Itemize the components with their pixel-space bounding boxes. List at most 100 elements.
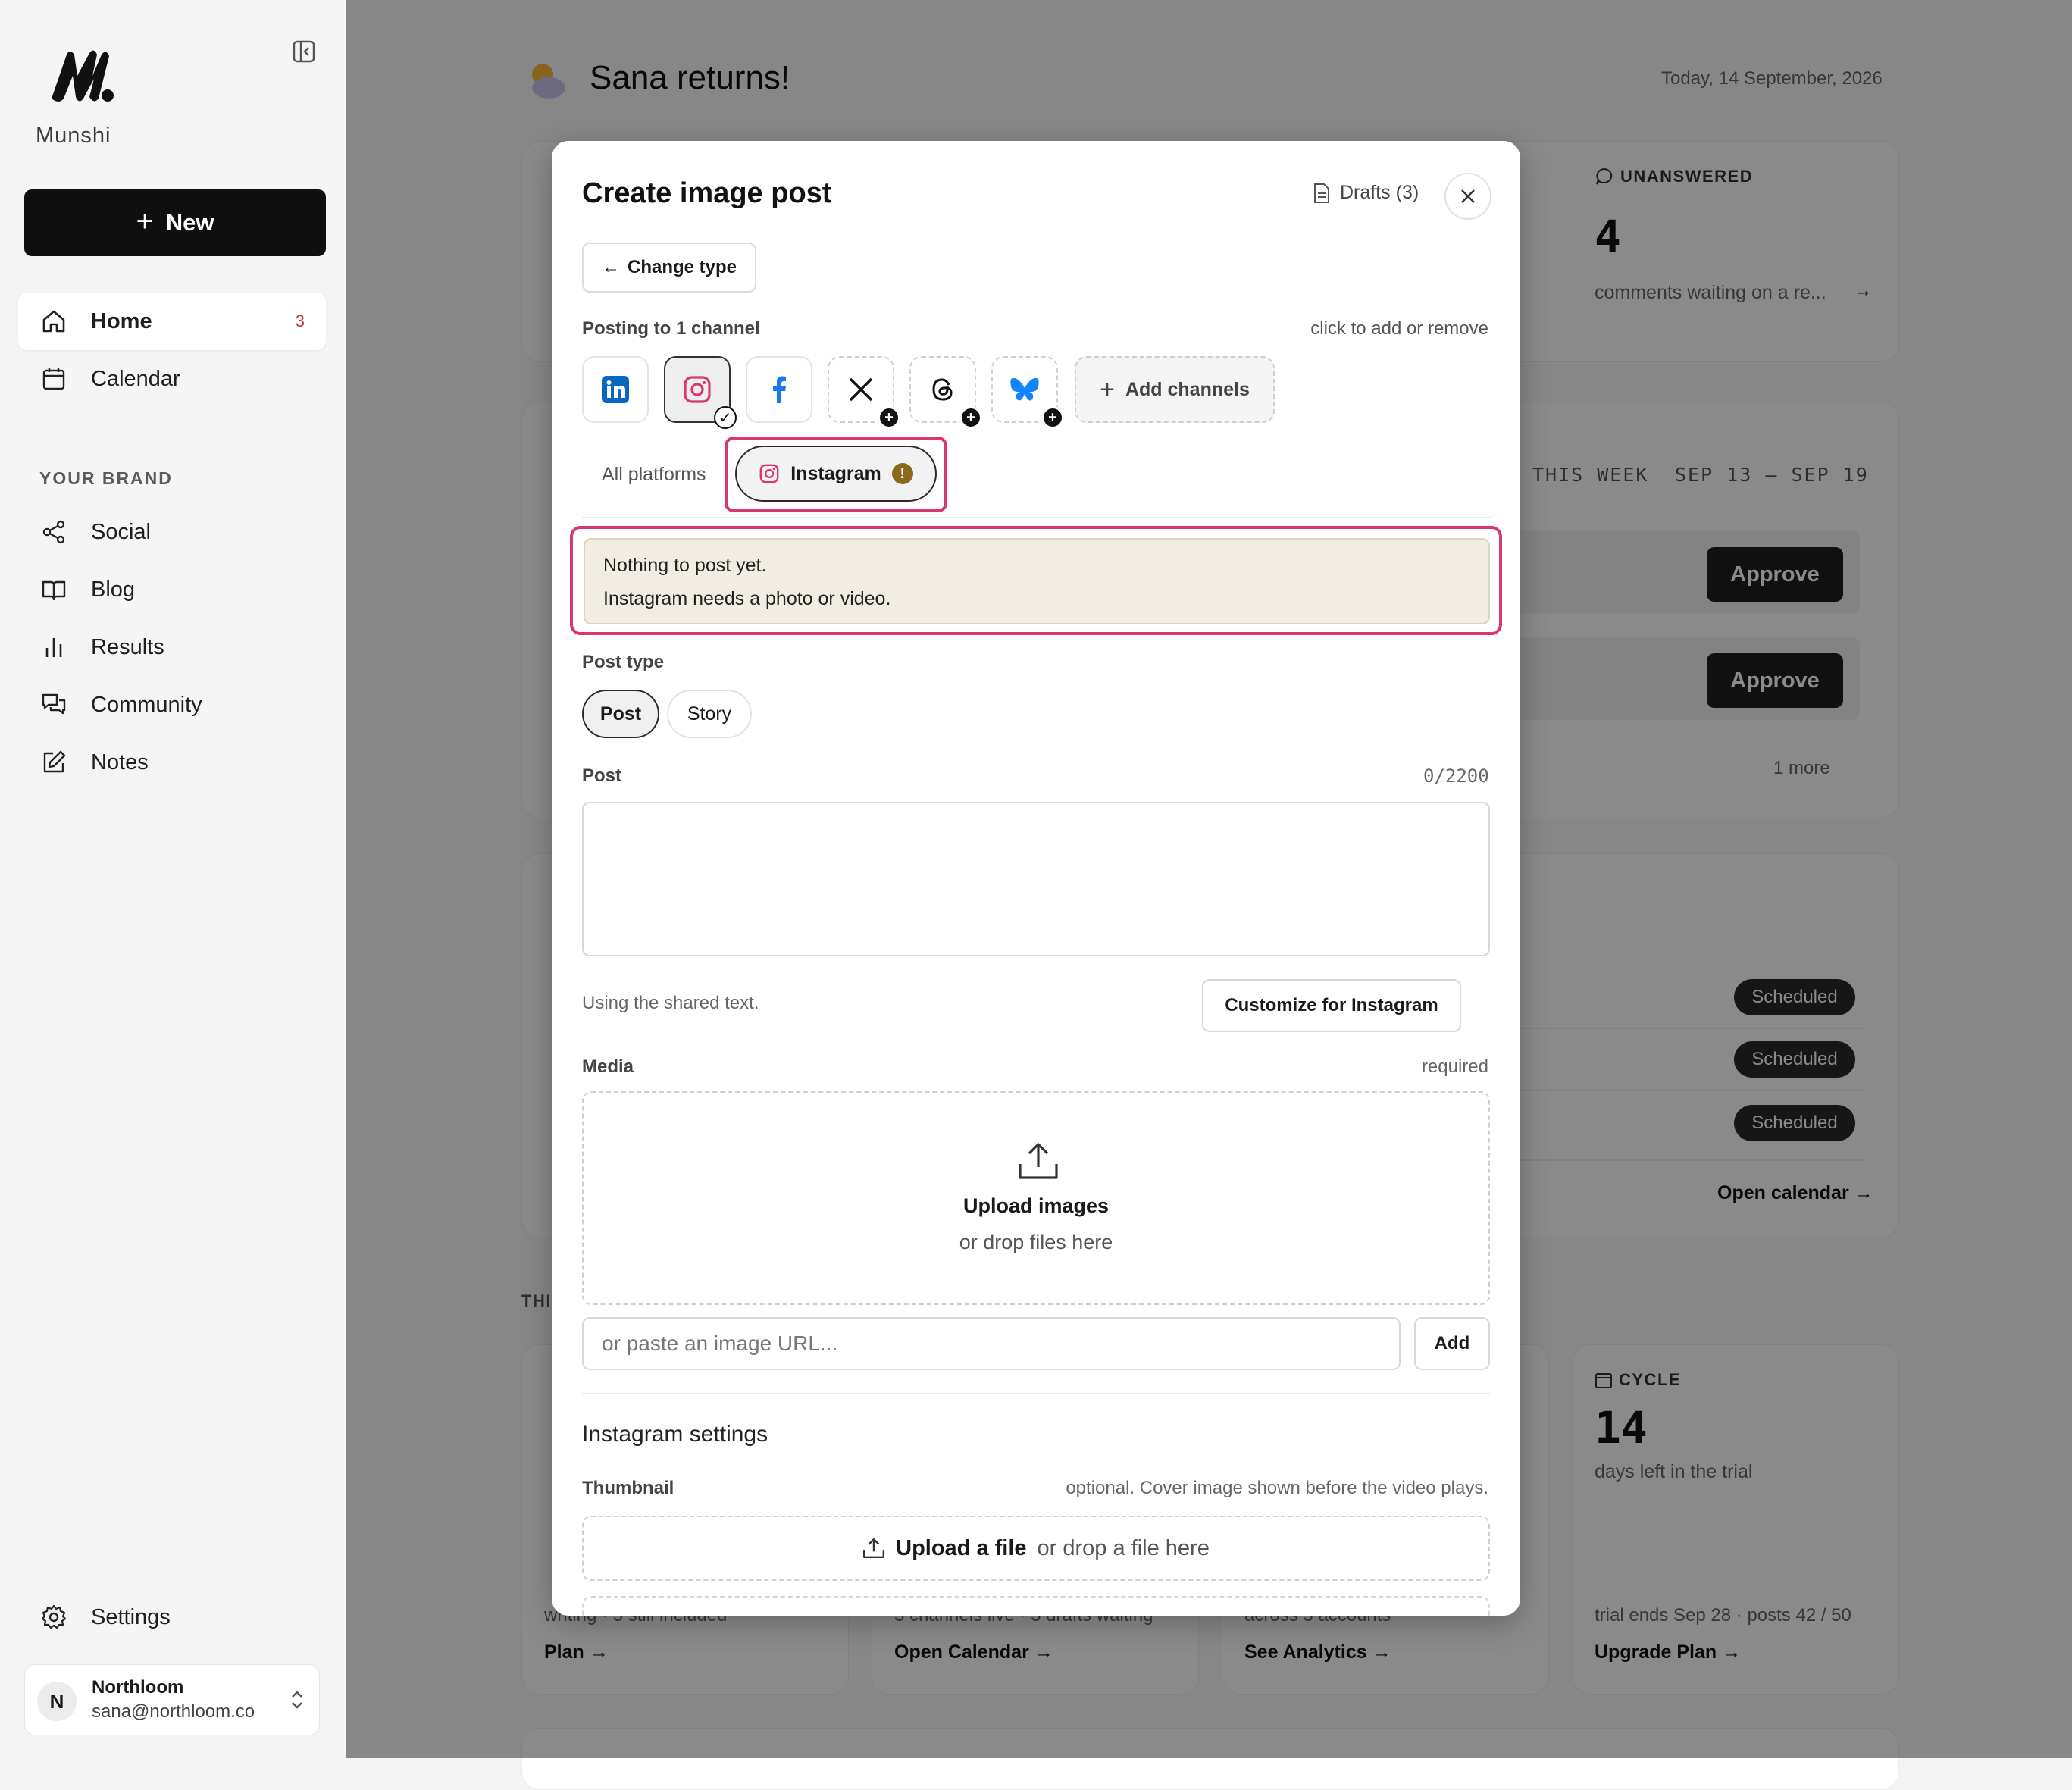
plus-icon: +	[878, 406, 900, 429]
plus-icon: +	[1041, 406, 1064, 429]
tab-divider	[582, 517, 1490, 518]
sidebar-item-label: Social	[91, 519, 151, 544]
threads-icon	[932, 378, 953, 401]
sidebar-item-blog[interactable]: Blog	[18, 561, 326, 618]
sidebar-item-label: Blog	[91, 577, 136, 602]
facebook-icon	[773, 376, 786, 403]
sidebar-item-label: Results	[91, 634, 164, 659]
drafts-label: Drafts (3)	[1340, 182, 1419, 203]
sidebar-item-label: Calendar	[91, 366, 180, 391]
sidebar-item-results[interactable]: Results	[18, 618, 326, 676]
tab-label: Instagram	[790, 462, 881, 484]
close-icon	[1461, 189, 1475, 203]
account-switcher[interactable]: N Northloom sana@northloom.co	[24, 1664, 320, 1735]
upload-subtitle: or drop files here	[959, 1231, 1113, 1253]
brand-name: Munshi	[36, 124, 111, 148]
sidebar-item-label: Settings	[91, 1604, 171, 1629]
channel-x[interactable]: +	[828, 356, 900, 429]
sidebar-item-home[interactable]: Home 3	[18, 293, 326, 350]
sidebar-item-settings[interactable]: Settings	[18, 1588, 326, 1646]
divider	[582, 1393, 1490, 1394]
sidebar: Munshi + New Home 3 Calendar YOUR BRAND …	[0, 0, 347, 1758]
sidebar-item-label: Community	[91, 692, 202, 717]
book-icon	[39, 575, 68, 604]
post-type-story[interactable]: Story	[667, 690, 752, 738]
new-button-label: New	[165, 209, 214, 236]
bar-chart-icon	[39, 633, 68, 662]
sidebar-collapse-icon[interactable]	[292, 39, 316, 64]
posting-to-label: Posting to 1 channel	[582, 318, 760, 339]
plus-icon: +	[1100, 375, 1115, 404]
thumbnail-label: Thumbnail	[582, 1478, 674, 1498]
instagram-icon	[759, 464, 779, 483]
account-email: sana@northloom.co	[92, 1701, 255, 1722]
x-icon	[849, 377, 873, 402]
tab-all-platforms[interactable]: All platforms	[602, 464, 706, 486]
check-icon: ✓	[714, 406, 737, 429]
post-textarea[interactable]	[582, 802, 1490, 956]
add-channels-label: Add channels	[1125, 378, 1250, 400]
media-dropzone[interactable]: Upload images or drop files here	[582, 1091, 1490, 1305]
validation-alert: Nothing to post yet. Instagram needs a p…	[584, 538, 1490, 624]
sidebar-item-community[interactable]: Community	[18, 676, 326, 734]
plus-icon: +	[136, 205, 154, 238]
media-label: Media	[582, 1056, 634, 1077]
account-name: Northloom	[92, 1677, 184, 1698]
linkedin-icon	[602, 376, 629, 403]
sidebar-item-social[interactable]: Social	[18, 503, 326, 561]
edit-icon	[39, 748, 68, 777]
instagram-icon	[684, 376, 711, 403]
thumbnail-upload-link[interactable]: Upload a file	[896, 1536, 1026, 1561]
document-icon	[1314, 183, 1329, 203]
channel-threads[interactable]: +	[909, 356, 982, 429]
bluesky-icon	[1010, 377, 1039, 401]
gear-icon	[39, 1603, 68, 1632]
sidebar-item-label: Notes	[91, 749, 149, 775]
chat-bubbles-icon	[39, 690, 68, 719]
posting-hint: click to add or remove	[1310, 318, 1488, 339]
customize-for-instagram-button[interactable]: Customize for Instagram	[1202, 979, 1461, 1032]
add-url-button[interactable]: Add	[1414, 1317, 1490, 1370]
close-button[interactable]	[1444, 173, 1491, 220]
change-type-label: Change type	[627, 257, 737, 277]
new-button[interactable]: + New	[24, 189, 326, 256]
plus-icon: +	[959, 406, 982, 429]
character-counter: 0/2200	[1423, 765, 1489, 787]
channel-instagram[interactable]: ✓	[664, 356, 737, 429]
upload-title: Upload images	[962, 1194, 1110, 1217]
shared-text-note: Using the shared text.	[582, 993, 759, 1013]
post-type-post[interactable]: Post	[582, 690, 659, 738]
tab-instagram[interactable]: Instagram !	[735, 446, 937, 502]
section-label-your-brand: YOUR BRAND	[39, 468, 173, 488]
warning-icon: !	[891, 463, 913, 484]
image-url-input[interactable]: or paste an image URL...	[582, 1317, 1401, 1370]
thumbnail-url-input[interactable]	[582, 1596, 1490, 1616]
alert-line: Instagram needs a photo or video.	[603, 588, 891, 609]
sidebar-item-calendar[interactable]: Calendar	[18, 350, 326, 408]
upload-icon	[863, 1538, 885, 1558]
drafts-button[interactable]: Drafts (3)	[1313, 182, 1419, 204]
channel-facebook[interactable]	[746, 356, 812, 423]
modal-title: Create image post	[582, 177, 832, 209]
alert-line: Nothing to post yet.	[603, 555, 767, 576]
channel-bluesky[interactable]: +	[991, 356, 1064, 429]
share-icon	[39, 518, 68, 546]
instagram-settings-heading: Instagram settings	[582, 1422, 768, 1447]
add-channels-button[interactable]: + Add channels	[1075, 356, 1275, 423]
arrow-left-icon: ←	[601, 257, 620, 277]
sidebar-item-notes[interactable]: Notes	[18, 734, 326, 791]
home-count-badge: 3	[295, 311, 305, 330]
avatar: N	[37, 1682, 77, 1721]
post-label: Post	[582, 765, 622, 786]
post-type-label: Post type	[582, 652, 665, 672]
channel-linkedin[interactable]	[582, 356, 649, 423]
munshi-logo	[52, 50, 114, 102]
thumbnail-dropzone[interactable]: Upload a file or drop a file here	[582, 1516, 1490, 1581]
chevron-up-down-icon	[292, 1691, 302, 1709]
calendar-icon	[39, 365, 68, 393]
sidebar-item-label: Home	[91, 308, 152, 333]
media-required: required	[1421, 1056, 1488, 1077]
thumbnail-hint: optional. Cover image shown before the v…	[1066, 1478, 1488, 1498]
thumbnail-drop-text: or drop a file here	[1037, 1535, 1210, 1560]
change-type-button[interactable]: ← Change type	[582, 243, 756, 293]
